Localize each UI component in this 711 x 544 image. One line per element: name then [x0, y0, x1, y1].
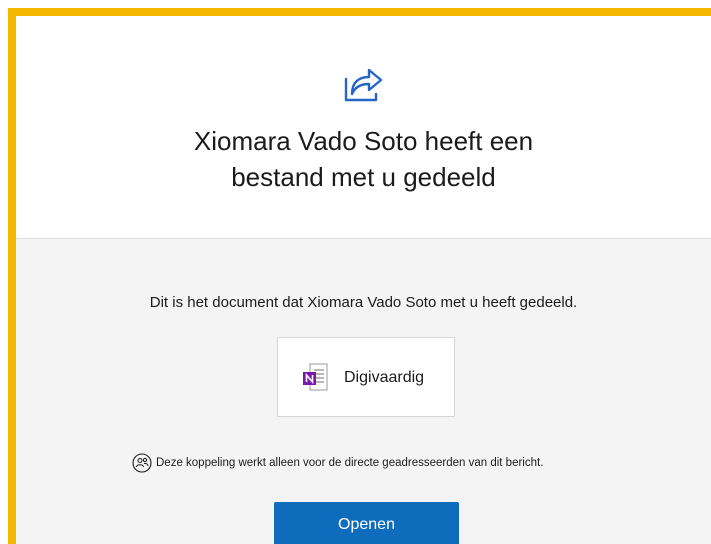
title-line-2: bestand met u gedeeld: [231, 162, 496, 192]
open-button[interactable]: Openen: [274, 502, 459, 544]
onenote-icon: [303, 363, 328, 391]
share-description: Dit is het document dat Xiomara Vado Sot…: [149, 294, 578, 311]
link-notice: Deze koppeling werkt alleen voor de dire…: [132, 452, 543, 474]
notice-text: Deze koppeling werkt alleen voor de dire…: [156, 457, 544, 469]
title-line-1: Xiomara Vado Soto heeft een: [193, 126, 534, 156]
email-frame: Xiomara Vado Soto heeft een bestand met …: [8, 8, 711, 544]
header: Xiomara Vado Soto heeft een bestand met …: [16, 16, 711, 239]
people-icon: [132, 453, 152, 473]
share-arrow-icon: [344, 68, 383, 102]
file-card[interactable]: Digivaardig: [277, 337, 455, 417]
page-title: Xiomara Vado Soto heeft een bestand met …: [16, 123, 711, 195]
content-area: Dit is het document dat Xiomara Vado Sot…: [16, 239, 711, 544]
file-name: Digivaardig: [344, 369, 425, 386]
